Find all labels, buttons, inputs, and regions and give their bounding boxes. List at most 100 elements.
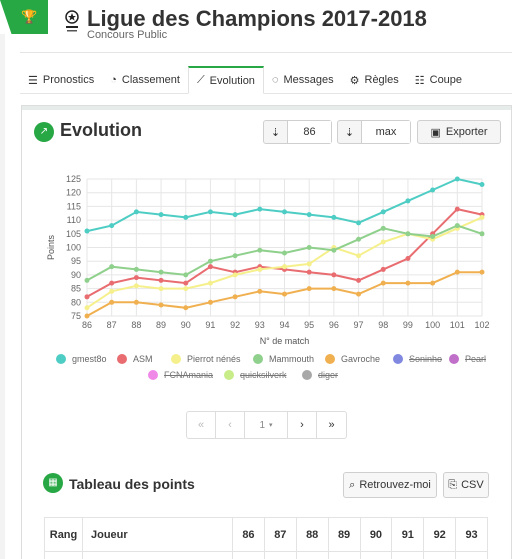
- points-table: Rang Joueur 86 87 88 89 90 91 92 93: [44, 517, 488, 559]
- legend-item[interactable]: Gavroche: [325, 354, 380, 364]
- col-header-player[interactable]: Joueur: [82, 517, 233, 552]
- sort-desc-icon[interactable]: ⇣: [338, 121, 362, 143]
- next-page-button[interactable]: ›: [288, 412, 317, 438]
- col-header-rank[interactable]: Rang: [44, 517, 83, 552]
- tab-label: Règles: [364, 74, 399, 86]
- legend-item[interactable]: Pierrot nénés: [171, 354, 241, 364]
- data-point: [133, 275, 139, 281]
- x-tick-label: 101: [450, 320, 465, 330]
- panel-top-strip: [22, 106, 511, 110]
- trophy-icon: 🏆: [21, 9, 38, 24]
- data-point: [109, 280, 115, 286]
- start-match-control[interactable]: ⇣ 86: [263, 120, 332, 144]
- data-point: [356, 220, 362, 226]
- data-point: [479, 269, 485, 275]
- legend-label: quicksilverk: [240, 370, 287, 380]
- x-tick-label: 100: [425, 320, 440, 330]
- legend-item[interactable]: Soninho: [393, 354, 442, 364]
- legend-swatch: [449, 354, 459, 364]
- tab-pronostics[interactable]: ☰ Pronostics: [20, 66, 102, 94]
- x-tick-label: 102: [474, 320, 489, 330]
- col-header-match[interactable]: 87: [263, 517, 297, 552]
- find-me-button[interactable]: ⌕ Retrouvez-moi: [343, 472, 437, 498]
- prev-page-button[interactable]: ‹: [216, 412, 245, 438]
- data-point: [183, 272, 189, 278]
- divider: [20, 52, 512, 53]
- y-tick-label: 125: [66, 174, 81, 184]
- data-point: [183, 280, 189, 286]
- x-axis-label: N° de match: [260, 336, 310, 346]
- y-tick-label: 100: [66, 243, 81, 253]
- legend-swatch: [325, 354, 335, 364]
- data-point: [207, 280, 213, 286]
- tab-evolution[interactable]: ⟋ Evolution: [187, 66, 264, 94]
- legend-item[interactable]: Mammouth: [253, 354, 314, 364]
- champions-league-logo: [65, 10, 79, 32]
- col-header-match[interactable]: 93: [455, 517, 488, 552]
- legend-item[interactable]: diger: [302, 370, 338, 380]
- legend-item[interactable]: ASM: [117, 354, 153, 364]
- col-header-match[interactable]: 88: [295, 517, 329, 552]
- export-button[interactable]: ▣ Exporter: [417, 120, 501, 144]
- end-match-value[interactable]: max: [362, 121, 410, 143]
- legend-item[interactable]: quicksilverk: [224, 370, 287, 380]
- table-row: [44, 551, 488, 559]
- col-header-match[interactable]: 91: [391, 517, 425, 552]
- data-point: [84, 277, 90, 283]
- y-tick-label: 105: [66, 229, 81, 239]
- data-point: [405, 255, 411, 261]
- data-point: [133, 283, 139, 289]
- page-select[interactable]: 1 ▾: [245, 412, 288, 438]
- legend-label: Mammouth: [269, 354, 315, 364]
- legend-item[interactable]: FCNAmania: [148, 370, 213, 380]
- data-point: [282, 209, 287, 215]
- start-match-value[interactable]: 86: [288, 121, 331, 143]
- x-tick-label: 95: [304, 320, 314, 330]
- tab-coupe[interactable]: ☷ Coupe: [407, 66, 470, 94]
- data-point: [158, 302, 164, 308]
- first-page-button[interactable]: «: [187, 412, 216, 438]
- x-tick-label: 87: [107, 320, 117, 330]
- list-icon: ☷: [414, 74, 425, 87]
- legend-item[interactable]: gmest8o: [56, 354, 107, 364]
- page-header: Ligue des Champions 2017-2018 Concours P…: [64, 6, 514, 46]
- end-match-control[interactable]: ⇣ max: [337, 120, 411, 144]
- data-point: [232, 253, 238, 259]
- x-tick-label: 93: [255, 320, 265, 330]
- data-point: [207, 258, 213, 264]
- data-point: [454, 269, 460, 275]
- legend-swatch: [117, 354, 127, 364]
- data-point: [380, 266, 386, 272]
- comments-icon: ◌: [271, 74, 279, 86]
- col-header-match[interactable]: 86: [232, 517, 265, 552]
- legend-label: gmest8o: [72, 354, 107, 364]
- x-tick-label: 96: [329, 320, 339, 330]
- data-point: [405, 198, 411, 204]
- tab-messages[interactable]: ◌ Messages: [264, 66, 342, 94]
- col-header-match[interactable]: 89: [327, 517, 361, 552]
- data-point: [405, 280, 411, 286]
- data-point: [454, 206, 460, 212]
- sort-asc-icon[interactable]: ⇣: [264, 121, 288, 143]
- tab-classement[interactable]: ◔ Classement: [102, 66, 188, 94]
- last-page-button[interactable]: »: [317, 412, 346, 438]
- data-point: [282, 264, 287, 270]
- x-tick-label: 88: [131, 320, 141, 330]
- data-point: [356, 236, 362, 242]
- data-point: [380, 280, 386, 286]
- data-point: [183, 286, 189, 292]
- data-point: [405, 231, 411, 237]
- legend-label: FCNAmania: [164, 370, 214, 380]
- tab-regles[interactable]: ⚙ Règles: [342, 66, 407, 94]
- col-header-match[interactable]: 90: [359, 517, 393, 552]
- data-point: [158, 212, 164, 218]
- data-point: [356, 291, 362, 297]
- data-point: [109, 288, 115, 294]
- data-point: [232, 212, 238, 218]
- data-point: [207, 264, 213, 270]
- data-point: [84, 228, 90, 234]
- data-point: [306, 261, 312, 267]
- csv-button[interactable]: ⎘ CSV: [443, 472, 489, 498]
- col-header-match[interactable]: 92: [423, 517, 457, 552]
- legend-item[interactable]: Pearl: [449, 354, 486, 364]
